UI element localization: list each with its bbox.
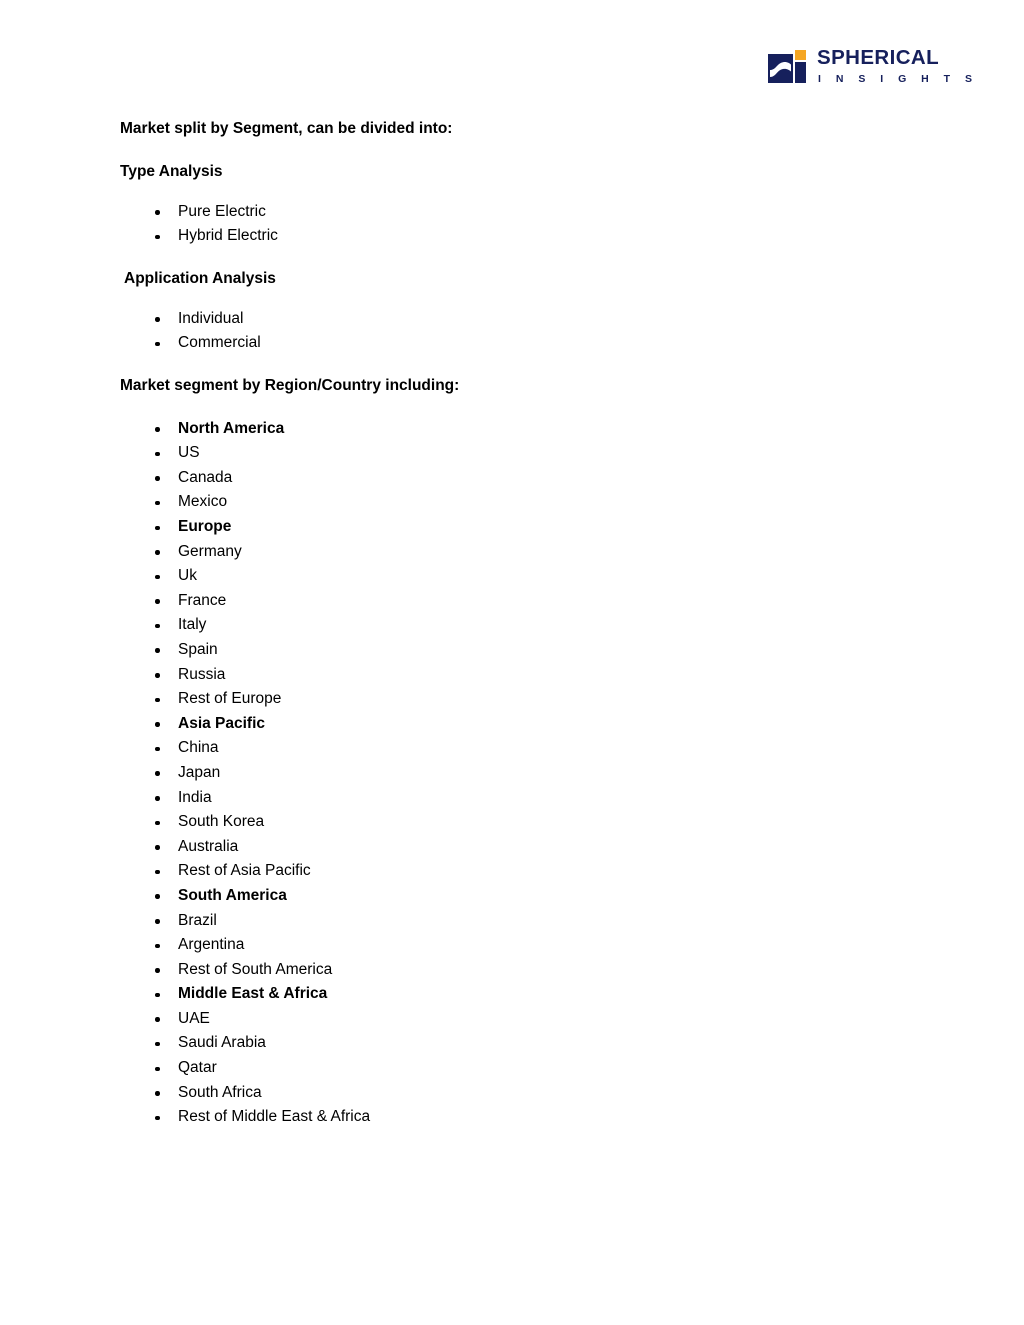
logo-primary-text: SPHERICAL <box>817 46 940 69</box>
region-item: Canada <box>120 466 920 491</box>
region-item: Europe <box>120 515 920 540</box>
application-analysis-item: Commercial <box>120 331 920 356</box>
section-heading-type-analysis: Type Analysis <box>120 162 223 180</box>
region-item: Rest of Middle East & Africa <box>120 1105 920 1130</box>
region-item: North America <box>120 417 920 442</box>
application-analysis-item: Individual <box>120 307 920 332</box>
region-item: Uk <box>120 564 920 589</box>
region-item: Brazil <box>120 909 920 934</box>
region-item: South Korea <box>120 810 920 835</box>
region-item: US <box>120 441 920 466</box>
type-analysis-item: Pure Electric <box>120 200 920 225</box>
region-item: France <box>120 589 920 614</box>
region-item: Saudi Arabia <box>120 1031 920 1056</box>
region-item: UAE <box>120 1007 920 1032</box>
document-content: Market split by Segment, can be divided … <box>120 120 920 1130</box>
spherical-insights-logo: SPHERICAL I N S I G H T S <box>768 46 979 85</box>
intro-heading: Market split by Segment, can be divided … <box>120 120 453 137</box>
region-item: South America <box>120 884 920 909</box>
region-item: Qatar <box>120 1056 920 1081</box>
region-item: Rest of Europe <box>120 687 920 712</box>
section-heading-application-analysis: Application Analysis <box>124 269 276 287</box>
region-item: Germany <box>120 540 920 565</box>
document-page: SPHERICAL I N S I G H T S Market split b… <box>0 0 1024 1325</box>
logo-mark-icon <box>768 49 808 83</box>
region-heading: Market segment by Region/Country includi… <box>120 376 460 394</box>
region-item: Japan <box>120 761 920 786</box>
region-item: China <box>120 736 920 761</box>
region-item: Australia <box>120 835 920 860</box>
region-item: Rest of Asia Pacific <box>120 859 920 884</box>
region-item: Russia <box>120 663 920 688</box>
type-analysis-list: Pure Electric Hybrid Electric <box>120 200 920 249</box>
region-item: South Africa <box>120 1081 920 1106</box>
logo-wordmark: SPHERICAL I N S I G H T S <box>817 46 979 85</box>
region-item: India <box>120 786 920 811</box>
region-item: Argentina <box>120 933 920 958</box>
region-item: Asia Pacific <box>120 712 920 737</box>
logo-secondary-text: I N S I G H T S <box>818 72 979 85</box>
region-item: Mexico <box>120 490 920 515</box>
region-list: North America US Canada Mexico Europe Germany… <box>120 417 920 1130</box>
region-item: Rest of South America <box>120 958 920 983</box>
region-item: Middle East & Africa <box>120 982 920 1007</box>
type-analysis-item: Hybrid Electric <box>120 224 920 249</box>
application-analysis-list: Individual Commercial <box>120 307 920 356</box>
region-item: Italy <box>120 613 920 638</box>
region-item: Spain <box>120 638 920 663</box>
